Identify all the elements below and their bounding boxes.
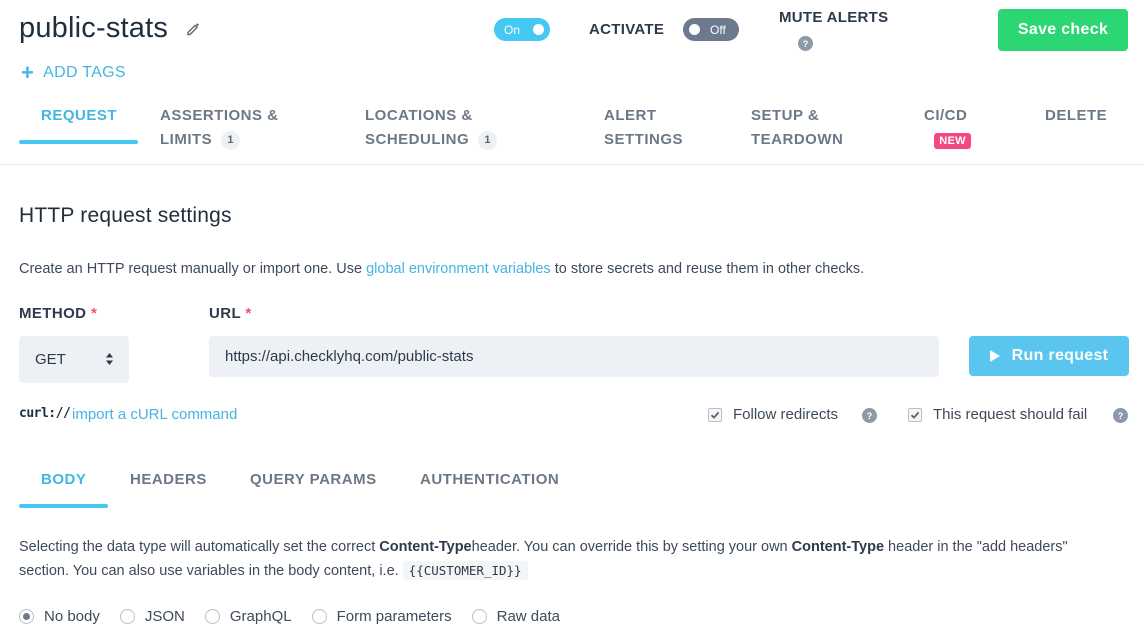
radio-label: Raw data xyxy=(496,608,560,625)
tab-label: LOCATIONS & xyxy=(365,107,473,124)
follow-redirects-label: Follow redirects xyxy=(733,406,839,423)
add-tags-button[interactable]: + ADD TAGS xyxy=(21,60,126,85)
content-type-term: Content-Type xyxy=(379,539,472,555)
run-request-label: Run request xyxy=(1011,347,1109,364)
new-badge: NEW xyxy=(934,133,971,149)
section-title: HTTP request settings xyxy=(19,204,232,227)
toggle-off-label: Off xyxy=(710,22,726,37)
tab-cicd[interactable]: CI/CD xyxy=(924,104,967,128)
variable-example: {{CUSTOMER_ID}} xyxy=(402,561,528,580)
tab-request[interactable]: REQUEST xyxy=(41,104,117,128)
question-circle-icon[interactable]: ? xyxy=(798,36,813,51)
checkmark-icon xyxy=(710,411,720,419)
subtab-authentication[interactable]: AUTHENTICATION xyxy=(420,471,559,488)
desc-text: Selecting the data type will automatical… xyxy=(19,539,380,555)
run-request-button[interactable]: Run request xyxy=(969,336,1129,376)
active-tab-indicator xyxy=(19,140,138,144)
follow-redirects-checkbox[interactable] xyxy=(708,408,722,422)
should-fail-label: This request should fail xyxy=(933,406,1088,423)
method-select[interactable]: GET xyxy=(19,336,129,383)
tab-locations-scheduling[interactable]: LOCATIONS & SCHEDULING 1 xyxy=(365,104,498,152)
count-badge: 1 xyxy=(478,130,498,150)
enable-toggle[interactable]: On xyxy=(494,18,550,41)
toggle-knob xyxy=(689,24,700,35)
activate-label: ACTIVATE xyxy=(589,21,665,38)
toggle-knob xyxy=(533,24,544,35)
global-env-vars-link[interactable]: global environment variables xyxy=(366,261,551,277)
question-circle-icon[interactable]: ? xyxy=(862,408,877,423)
desc-text: to store secrets and reuse them in other… xyxy=(550,261,865,277)
curl-logo: curl:// xyxy=(19,406,71,421)
subtab-query-params[interactable]: QUERY PARAMS xyxy=(250,471,377,488)
mute-alerts-label: MUTE ALERTS xyxy=(779,9,889,26)
radio-label: Form parameters xyxy=(336,608,452,625)
desc-text: header. You can override this by setting… xyxy=(471,539,792,555)
save-check-button[interactable]: Save check xyxy=(998,9,1128,51)
url-label-text: URL xyxy=(209,305,241,322)
radio-label: GraphQL xyxy=(229,608,292,625)
tab-label: CI/CD xyxy=(924,107,968,124)
count-badge: 1 xyxy=(221,130,241,150)
tab-label-line2: LIMITS xyxy=(160,131,213,148)
tab-label-line2: TEARDOWN xyxy=(751,131,844,148)
radio-button[interactable] xyxy=(311,609,327,624)
tab-label: REQUEST xyxy=(41,107,118,124)
tab-assertions-limits[interactable]: ASSERTIONS & LIMITS 1 xyxy=(160,104,279,152)
body-type-radio-group: No body JSON GraphQL Form parameters Raw… xyxy=(19,608,580,625)
play-icon xyxy=(989,350,1000,362)
url-input[interactable] xyxy=(209,336,939,377)
plus-icon: + xyxy=(21,60,35,85)
mute-alerts-toggle[interactable]: Off xyxy=(683,18,739,41)
pencil-icon[interactable] xyxy=(186,22,200,36)
body-description: Selecting the data type will automatical… xyxy=(19,536,1099,583)
toggle-on-label: On xyxy=(504,22,521,37)
radio-form-parameters[interactable]: Form parameters xyxy=(311,608,452,625)
radio-label: No body xyxy=(44,608,100,625)
radio-raw-data[interactable]: Raw data xyxy=(471,608,560,625)
radio-json[interactable]: JSON xyxy=(119,608,185,625)
tab-alert-settings[interactable]: ALERT SETTINGS xyxy=(604,104,683,152)
tab-label: DELETE xyxy=(1045,107,1108,124)
should-fail-checkbox[interactable] xyxy=(908,408,922,422)
tab-divider xyxy=(0,164,1144,165)
method-label-text: METHOD xyxy=(19,305,87,322)
add-tags-label: ADD TAGS xyxy=(43,64,126,81)
import-curl-link[interactable]: import a cURL command xyxy=(72,406,237,423)
active-subtab-indicator xyxy=(19,504,108,508)
method-value: GET xyxy=(35,351,66,368)
radio-button[interactable] xyxy=(19,609,34,624)
checkmark-icon xyxy=(910,411,920,419)
tab-setup-teardown[interactable]: SETUP & TEARDOWN xyxy=(751,104,843,152)
radio-button[interactable] xyxy=(119,609,135,624)
tab-label-line2: SETTINGS xyxy=(604,131,684,148)
tab-label: ALERT xyxy=(604,107,657,124)
chevron-up-down-icon xyxy=(106,353,113,365)
subtab-headers[interactable]: HEADERS xyxy=(130,471,207,488)
radio-graphql[interactable]: GraphQL xyxy=(204,608,292,625)
tab-label-line2: SCHEDULING xyxy=(365,131,470,148)
required-mark: * xyxy=(245,305,252,322)
tab-label: SETUP & xyxy=(751,107,820,124)
radio-label: JSON xyxy=(144,608,185,625)
method-label: METHOD * xyxy=(19,305,97,322)
required-mark: * xyxy=(90,305,98,322)
tab-delete[interactable]: DELETE xyxy=(1045,104,1107,128)
subtab-body[interactable]: BODY xyxy=(41,471,86,488)
radio-button[interactable] xyxy=(204,609,220,624)
question-circle-icon[interactable]: ? xyxy=(1113,408,1128,423)
radio-no-body[interactable]: No body xyxy=(19,608,100,625)
tab-label: ASSERTIONS & xyxy=(160,107,279,124)
check-title: public-stats xyxy=(19,12,169,44)
section-description: Create an HTTP request manually or impor… xyxy=(19,261,864,277)
content-type-term: Content-Type xyxy=(791,539,885,555)
url-label: URL * xyxy=(209,305,252,322)
radio-button[interactable] xyxy=(471,609,487,624)
desc-text: Create an HTTP request manually or impor… xyxy=(19,261,367,277)
